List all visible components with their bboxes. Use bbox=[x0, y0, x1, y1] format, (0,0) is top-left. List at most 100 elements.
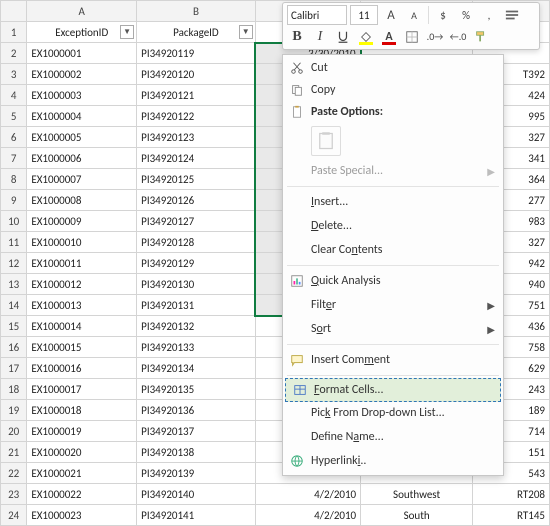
cell[interactable]: EX1000009 bbox=[27, 211, 137, 232]
filter-cell-packageid[interactable]: PackageID ▼ bbox=[137, 22, 256, 43]
percent-format-button[interactable]: % bbox=[456, 5, 476, 25]
ctx-cut[interactable]: Cut bbox=[283, 57, 503, 79]
cell[interactable]: EX1000001 bbox=[27, 43, 137, 64]
cell[interactable]: EX1000002 bbox=[27, 64, 137, 85]
accounting-format-button[interactable]: $ bbox=[433, 5, 453, 25]
row-header[interactable]: 20 bbox=[1, 421, 27, 442]
row-header[interactable]: 23 bbox=[1, 484, 27, 505]
cell[interactable]: EX1000016 bbox=[27, 358, 137, 379]
row-header[interactable]: 14 bbox=[1, 295, 27, 316]
font-color-button[interactable]: A bbox=[379, 27, 399, 47]
row-header[interactable]: 15 bbox=[1, 316, 27, 337]
cell[interactable]: EX1000017 bbox=[27, 379, 137, 400]
cell[interactable]: EX1000010 bbox=[27, 232, 137, 253]
grow-font-button[interactable]: A bbox=[381, 5, 401, 25]
ctx-filter[interactable]: Filter ▶ bbox=[283, 293, 503, 317]
ctx-delete[interactable]: Delete... bbox=[283, 214, 503, 238]
font-size-selector[interactable]: 11 bbox=[350, 5, 378, 25]
cell[interactable]: PI34920128 bbox=[137, 232, 256, 253]
cell[interactable]: PI34920139 bbox=[137, 463, 256, 484]
cell[interactable]: PI34920135 bbox=[137, 379, 256, 400]
decrease-decimal-button[interactable]: ←.0 bbox=[448, 27, 468, 47]
ctx-define-name[interactable]: Define Name... bbox=[283, 425, 503, 449]
bold-button[interactable]: B bbox=[287, 27, 307, 47]
format-painter-icon[interactable] bbox=[471, 27, 491, 47]
filter-cell-exceptionid[interactable]: ExceptionID ▼ bbox=[27, 22, 137, 43]
cell[interactable]: EX1000006 bbox=[27, 148, 137, 169]
shrink-font-button[interactable]: A bbox=[404, 5, 424, 25]
row-header[interactable]: 13 bbox=[1, 274, 27, 295]
row-header[interactable]: 5 bbox=[1, 106, 27, 127]
cell[interactable]: EX1000020 bbox=[27, 442, 137, 463]
cell[interactable]: PI34920122 bbox=[137, 106, 256, 127]
cell[interactable]: PI34920119 bbox=[137, 43, 256, 64]
ctx-format-cells[interactable]: Format Cells... bbox=[285, 378, 501, 402]
row-header[interactable]: 16 bbox=[1, 337, 27, 358]
cell[interactable]: PI34920121 bbox=[137, 85, 256, 106]
cell[interactable]: EX1000004 bbox=[27, 106, 137, 127]
select-all-corner[interactable] bbox=[1, 1, 27, 22]
cell[interactable]: PI34920126 bbox=[137, 190, 256, 211]
row-header[interactable]: 7 bbox=[1, 148, 27, 169]
cell[interactable]: EX1000018 bbox=[27, 400, 137, 421]
filter-dropdown-icon[interactable]: ▼ bbox=[239, 25, 253, 39]
cell[interactable]: PI34920130 bbox=[137, 274, 256, 295]
row-header[interactable]: 4 bbox=[1, 85, 27, 106]
ctx-insert[interactable]: Insert... bbox=[283, 190, 503, 214]
cell[interactable]: PI34920125 bbox=[137, 169, 256, 190]
row-header[interactable]: 11 bbox=[1, 232, 27, 253]
ctx-quick-analysis[interactable]: Quick Analysis bbox=[283, 269, 503, 293]
cell[interactable]: PI34920137 bbox=[137, 421, 256, 442]
row-header[interactable]: 3 bbox=[1, 64, 27, 85]
format-cells-launcher-icon[interactable] bbox=[502, 5, 522, 25]
cell[interactable]: Southwest bbox=[361, 484, 473, 505]
cell[interactable]: RT208 bbox=[473, 484, 550, 505]
cell[interactable]: PI34920124 bbox=[137, 148, 256, 169]
increase-decimal-button[interactable]: .0→ bbox=[425, 27, 445, 47]
cell[interactable]: PI34920138 bbox=[137, 442, 256, 463]
row-header[interactable]: 21 bbox=[1, 442, 27, 463]
filter-dropdown-icon[interactable]: ▼ bbox=[120, 25, 134, 39]
row-header[interactable]: 18 bbox=[1, 379, 27, 400]
cell[interactable]: PI34920127 bbox=[137, 211, 256, 232]
cell[interactable]: EX1000019 bbox=[27, 421, 137, 442]
ctx-copy[interactable]: Copy bbox=[283, 79, 503, 101]
cell[interactable]: PI34920134 bbox=[137, 358, 256, 379]
paste-option-default[interactable] bbox=[311, 126, 341, 156]
borders-button[interactable] bbox=[402, 27, 422, 47]
cell[interactable]: PI34920129 bbox=[137, 253, 256, 274]
ctx-pick-from-list[interactable]: Pick From Drop-down List... bbox=[283, 401, 503, 425]
cell[interactable]: EX1000008 bbox=[27, 190, 137, 211]
cell[interactable]: EX1000021 bbox=[27, 463, 137, 484]
cell[interactable]: EX1000013 bbox=[27, 295, 137, 316]
fill-color-button[interactable] bbox=[356, 27, 376, 47]
cell[interactable]: EX1000012 bbox=[27, 274, 137, 295]
cell[interactable]: PI34920140 bbox=[137, 484, 256, 505]
cell[interactable]: EX1000007 bbox=[27, 169, 137, 190]
row-header[interactable]: 6 bbox=[1, 127, 27, 148]
row-header[interactable]: 12 bbox=[1, 253, 27, 274]
cell[interactable]: EX1000011 bbox=[27, 253, 137, 274]
cell[interactable]: EX1000015 bbox=[27, 337, 137, 358]
row-header[interactable]: 10 bbox=[1, 211, 27, 232]
cell[interactable]: PI34920123 bbox=[137, 127, 256, 148]
underline-button[interactable] bbox=[333, 27, 353, 47]
cell[interactable]: 4/2/2010 bbox=[255, 484, 360, 505]
font-name-selector[interactable]: Calibri bbox=[287, 5, 347, 25]
ctx-hyperlink[interactable]: Hyperlinki.. bbox=[283, 449, 503, 473]
cell[interactable]: EX1000014 bbox=[27, 316, 137, 337]
row-header[interactable]: 9 bbox=[1, 190, 27, 211]
ctx-clear-contents[interactable]: Clear Contents bbox=[283, 238, 503, 262]
grid-row[interactable]: 23EX1000022PI349201404/2/2010SouthwestRT… bbox=[1, 484, 550, 505]
cell[interactable]: EX1000003 bbox=[27, 85, 137, 106]
row-header[interactable]: 2 bbox=[1, 43, 27, 64]
row-header[interactable]: 19 bbox=[1, 400, 27, 421]
cell[interactable]: EX1000005 bbox=[27, 127, 137, 148]
italic-button[interactable]: I bbox=[310, 27, 330, 47]
cell[interactable]: PI34920136 bbox=[137, 400, 256, 421]
column-header-B[interactable]: B bbox=[137, 1, 256, 22]
cell[interactable]: PI34920131 bbox=[137, 295, 256, 316]
row-header[interactable]: 17 bbox=[1, 358, 27, 379]
ctx-sort[interactable]: Sort ▶ bbox=[283, 317, 503, 341]
cell[interactable]: PI34920133 bbox=[137, 337, 256, 358]
